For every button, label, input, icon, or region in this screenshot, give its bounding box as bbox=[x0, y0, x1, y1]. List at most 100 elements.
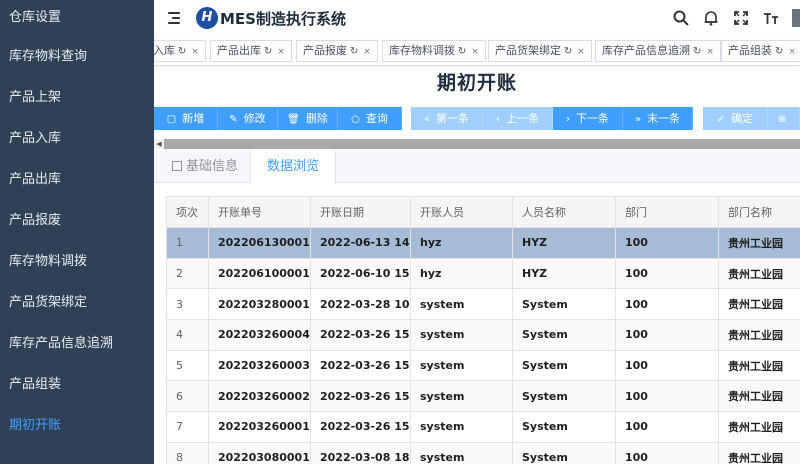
column-header[interactable]: 开账日期 bbox=[310, 196, 411, 228]
cancel-button[interactable]: ⊗ bbox=[768, 107, 800, 130]
page-title: 期初开账 bbox=[436, 72, 517, 94]
table-row[interactable]: 4 202203260004 2022-03-26 15: system Sys… bbox=[166, 319, 800, 351]
refresh-icon[interactable]: ↻ bbox=[564, 46, 572, 57]
table-cell: 贵州工业园 bbox=[718, 349, 800, 382]
column-header[interactable]: 开账人员 bbox=[410, 196, 513, 228]
table-cell: 2022-03-28 10: bbox=[310, 288, 411, 321]
refresh-icon[interactable]: ↻ bbox=[350, 46, 358, 57]
column-header[interactable]: 开账单号 bbox=[208, 196, 311, 228]
table-cell: 202203080001 bbox=[208, 441, 311, 464]
first-record-button[interactable]: « 第一条 bbox=[411, 107, 483, 130]
close-icon[interactable]: × bbox=[363, 47, 371, 57]
table-row[interactable]: 1 202206130001 2022-06-13 14: hyz HYZ 10… bbox=[166, 227, 800, 259]
sidebar-item-warehouse-settings[interactable]: 仓库设置 bbox=[0, 0, 154, 36]
chevron-left-icon: ‹ bbox=[496, 114, 500, 125]
scroll-left-icon[interactable]: ◀ bbox=[154, 139, 164, 149]
refresh-icon[interactable]: ↻ bbox=[178, 46, 186, 57]
column-header[interactable]: 项次 bbox=[166, 196, 209, 228]
sidebar-item-product-trace[interactable]: 库存产品信息追溯 bbox=[0, 323, 154, 364]
refresh-icon[interactable]: ↻ bbox=[693, 46, 701, 57]
next-record-button[interactable]: › 下一条 bbox=[553, 107, 623, 130]
app-logo: H bbox=[196, 7, 218, 29]
first-button-label: 第一条 bbox=[436, 112, 470, 125]
table-row[interactable]: 5 202203260003 2022-03-26 15: system Sys… bbox=[166, 349, 800, 382]
bell-icon[interactable] bbox=[702, 9, 720, 27]
tag-product-assembly[interactable]: 产品组装 ↻ × bbox=[721, 40, 800, 62]
tag-shelf-binding[interactable]: 产品货架绑定 ↻ × bbox=[488, 40, 592, 62]
column-header[interactable]: 人员名称 bbox=[512, 196, 616, 228]
close-icon[interactable]: × bbox=[706, 47, 714, 57]
last-record-button[interactable]: » 末一条 bbox=[623, 107, 693, 130]
horizontal-scrollbar[interactable]: ◀ bbox=[154, 139, 800, 149]
table-cell: 贵州工业园 bbox=[718, 319, 800, 351]
table-cell: 2022-03-08 18: bbox=[310, 441, 411, 464]
tag-product-scrap[interactable]: 产品报废 ↻ × bbox=[296, 40, 378, 62]
table-row[interactable]: 2 202206100001 2022-06-10 15: hyz HYZ 10… bbox=[166, 257, 800, 290]
sidebar-item-inventory-transfer[interactable]: 库存物料调拨 bbox=[0, 241, 154, 282]
app-title: MES制造执行系统 bbox=[220, 9, 346, 28]
table-cell: 贵州工业园 bbox=[718, 441, 800, 464]
sidebar-item-product-shelving[interactable]: 产品上架 bbox=[0, 77, 154, 118]
table-cell: System bbox=[512, 411, 616, 443]
sidebar-item-shelf-binding[interactable]: 产品货架绑定 bbox=[0, 282, 154, 323]
tab-basic-info[interactable]: 基础信息 bbox=[156, 151, 254, 183]
refresh-icon[interactable]: ↻ bbox=[458, 46, 466, 57]
close-icon[interactable]: × bbox=[788, 47, 796, 57]
table-header-row: 项次 开账单号 开账日期 开账人员 人员名称 部门 部门名称 bbox=[166, 196, 800, 228]
table-cell: System bbox=[512, 288, 616, 321]
table-cell: system bbox=[410, 411, 513, 443]
table-cell: 100 bbox=[615, 227, 719, 259]
tag-label: 库存物料调拨 bbox=[389, 44, 455, 57]
sidebar-item-opening-account[interactable]: 期初开账 bbox=[0, 405, 154, 446]
table-cell: System bbox=[512, 349, 616, 382]
top-header: H MES制造执行系统 bbox=[154, 0, 800, 36]
tag-product-trace[interactable]: 库存产品信息追溯 ↻ × bbox=[595, 40, 721, 62]
header-tools bbox=[672, 0, 800, 36]
sidebar-item-inventory-query[interactable]: 库存物料查询 bbox=[0, 36, 154, 77]
table-cell: 5 bbox=[166, 349, 209, 382]
tag-inbound[interactable]: 入库 ↻ × bbox=[154, 40, 206, 62]
font-size-icon[interactable] bbox=[762, 9, 780, 27]
sidebar-item-product-assembly[interactable]: 产品组装 bbox=[0, 364, 154, 405]
add-button[interactable]: ▢ 新增 bbox=[154, 107, 218, 130]
table-cell: 2022-03-26 15: bbox=[310, 349, 411, 382]
table-cell: System bbox=[512, 380, 616, 413]
fullscreen-icon[interactable] bbox=[732, 9, 750, 27]
refresh-icon[interactable]: ↻ bbox=[264, 46, 272, 57]
table-row[interactable]: 7 202203260001 2022-03-26 15: system Sys… bbox=[166, 411, 800, 443]
delete-button[interactable]: 🗑 删除 bbox=[278, 107, 338, 130]
column-header[interactable]: 部门 bbox=[615, 196, 719, 228]
avatar[interactable] bbox=[792, 9, 800, 27]
refresh-icon[interactable]: ↻ bbox=[775, 46, 783, 57]
close-icon[interactable]: × bbox=[277, 47, 285, 57]
menu-toggle-icon[interactable] bbox=[168, 12, 184, 24]
sidebar-item-product-scrap[interactable]: 产品报废 bbox=[0, 200, 154, 241]
close-icon[interactable]: × bbox=[471, 47, 479, 57]
table-cell: 2022-03-26 15: bbox=[310, 319, 411, 351]
pencil-icon: ✎ bbox=[229, 114, 238, 125]
search-icon: ○ bbox=[351, 114, 360, 125]
table-row[interactable]: 6 202203260002 2022-03-26 15: system Sys… bbox=[166, 380, 800, 413]
table-cell: 100 bbox=[615, 411, 719, 443]
close-icon[interactable]: × bbox=[191, 47, 199, 57]
sidebar-item-product-outbound[interactable]: 产品出库 bbox=[0, 159, 154, 200]
next-button-label: 下一条 bbox=[576, 112, 609, 125]
edit-button[interactable]: ✎ 修改 bbox=[218, 107, 278, 130]
table-cell: system bbox=[410, 380, 513, 413]
tag-inventory-transfer[interactable]: 库存物料调拨 ↻ × bbox=[382, 40, 486, 62]
table-cell: 100 bbox=[615, 349, 719, 382]
double-chevron-right-icon: » bbox=[634, 114, 642, 125]
table-cell: 202203260001 bbox=[208, 411, 311, 443]
search-icon[interactable] bbox=[672, 9, 690, 27]
delete-button-label: 删除 bbox=[305, 112, 328, 125]
close-icon[interactable]: × bbox=[577, 47, 585, 57]
tab-data-browse[interactable]: 数据浏览 bbox=[250, 151, 337, 184]
prev-record-button[interactable]: ‹ 上一条 bbox=[483, 107, 553, 130]
table-row[interactable]: 8 202203080001 2022-03-08 18: system Sys… bbox=[166, 441, 800, 464]
query-button[interactable]: ○ 查询 bbox=[338, 107, 402, 130]
column-header[interactable]: 部门名称 bbox=[718, 196, 800, 228]
sidebar-item-product-inbound[interactable]: 产品入库 bbox=[0, 118, 154, 159]
table-row[interactable]: 3 202203280001 2022-03-28 10: system Sys… bbox=[166, 288, 800, 321]
confirm-button[interactable]: ✓ 确定 bbox=[703, 107, 768, 130]
tag-product-outbound[interactable]: 产品出库 ↻ × bbox=[210, 40, 292, 62]
